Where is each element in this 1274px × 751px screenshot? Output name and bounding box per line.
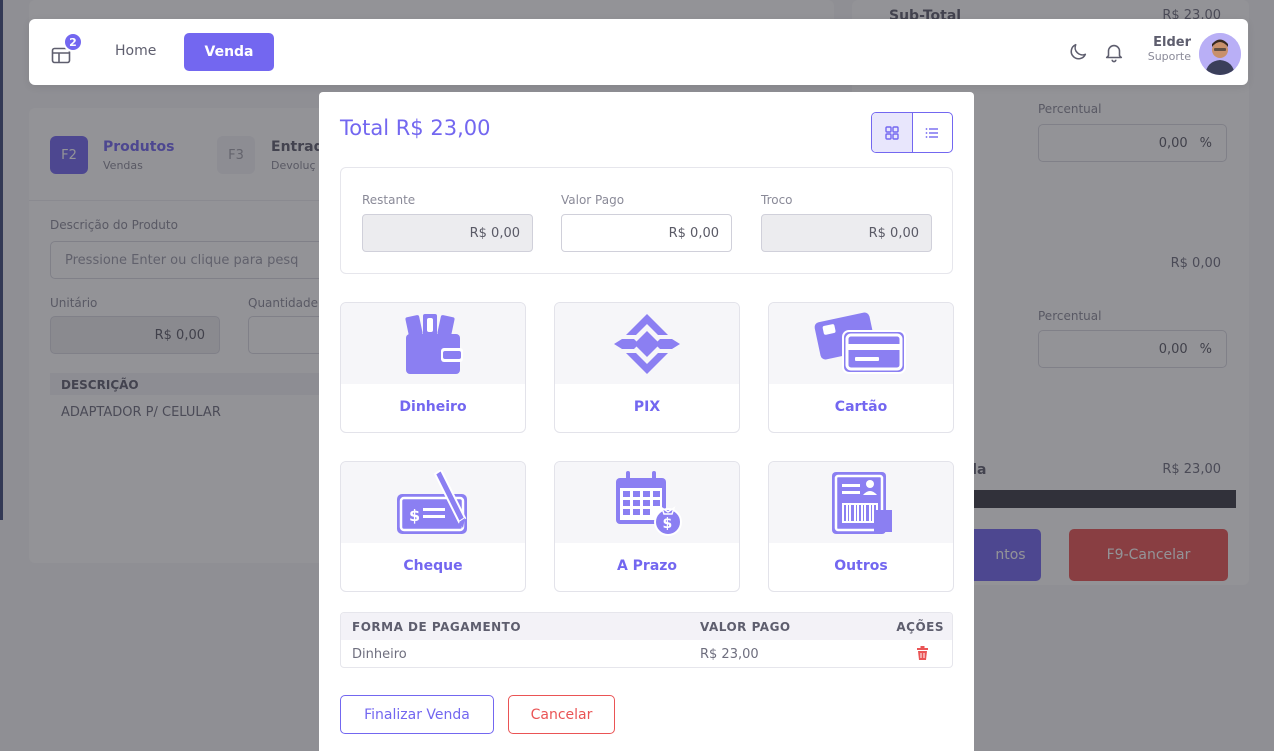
cancelar-button[interactable]: Cancelar	[508, 695, 615, 734]
header-valor: VALOR PAGO	[700, 619, 791, 634]
navbar: 2 Home Venda Elder Suporte	[29, 19, 1248, 85]
modal-title: Total R$ 23,00	[340, 116, 491, 140]
payment-modal: Total R$ 23,00 Restante R$ 0,00 Valor Pa…	[319, 92, 974, 751]
document-barcode-icon	[832, 471, 892, 534]
svg-text:$: $	[663, 516, 673, 532]
moon-icon[interactable]	[1067, 41, 1089, 67]
row-valor: R$ 23,00	[700, 646, 759, 662]
bell-icon[interactable]	[1103, 41, 1125, 67]
finalizar-venda-button[interactable]: Finalizar Venda	[340, 695, 494, 734]
payment-dinheiro-label: Dinheiro	[399, 399, 467, 415]
grid-view-icon[interactable]	[872, 113, 913, 152]
payment-cartao-card[interactable]: Cartão	[768, 302, 954, 433]
nav-venda-button[interactable]: Venda	[184, 33, 274, 71]
table-header: FORMA DE PAGAMENTO VALOR PAGO AÇÕES	[341, 613, 952, 640]
view-toggle	[871, 112, 953, 153]
pix-icon	[614, 313, 680, 374]
header-forma: FORMA DE PAGAMENTO	[352, 619, 522, 634]
wallet-cash-icon	[405, 313, 463, 374]
troco-label: Troco	[761, 193, 793, 207]
svg-text:$: $	[409, 506, 420, 525]
check-pen-icon: $	[397, 469, 467, 534]
troco-field: R$ 0,00	[761, 214, 932, 252]
payment-outros-card[interactable]: Outros	[768, 461, 954, 592]
credit-cards-icon	[814, 312, 906, 374]
user-name: Elder	[1153, 35, 1191, 50]
trash-icon[interactable]	[916, 646, 929, 664]
notification-badge: 2	[63, 32, 83, 52]
restante-field: R$ 0,00	[362, 214, 533, 252]
payment-aprazo-label: A Prazo	[616, 558, 678, 574]
payment-cheque-card[interactable]: $ Cheque	[340, 461, 526, 592]
payment-pix-label: PIX	[633, 399, 661, 415]
payments-table: FORMA DE PAGAMENTO VALOR PAGO AÇÕES Dinh…	[340, 612, 953, 668]
list-view-icon[interactable]	[913, 113, 953, 152]
payment-cheque-label: Cheque	[403, 558, 463, 574]
restante-label: Restante	[362, 193, 416, 207]
nav-home-link[interactable]: Home	[115, 43, 156, 59]
payment-aprazo-card[interactable]: $ A Prazo	[554, 461, 740, 592]
user-role: Suporte	[1147, 50, 1191, 63]
header-acoes: AÇÕES	[896, 619, 944, 634]
user-info[interactable]: Elder Suporte	[1139, 35, 1191, 63]
row-forma: Dinheiro	[352, 646, 407, 662]
calendar-money-icon: $	[616, 470, 682, 536]
valor-pago-label: Valor Pago	[561, 193, 625, 207]
table-row: Dinheiro R$ 23,00	[341, 640, 952, 667]
payment-outros-label: Outros	[834, 558, 888, 574]
avatar[interactable]	[1199, 33, 1241, 75]
payment-pix-card[interactable]: PIX	[554, 302, 740, 433]
valor-pago-field[interactable]: R$ 0,00	[561, 214, 732, 252]
values-box: Restante R$ 0,00 Valor Pago R$ 0,00 Troc…	[340, 167, 953, 274]
payment-cartao-label: Cartão	[834, 399, 888, 415]
payment-dinheiro-card[interactable]: Dinheiro	[340, 302, 526, 433]
